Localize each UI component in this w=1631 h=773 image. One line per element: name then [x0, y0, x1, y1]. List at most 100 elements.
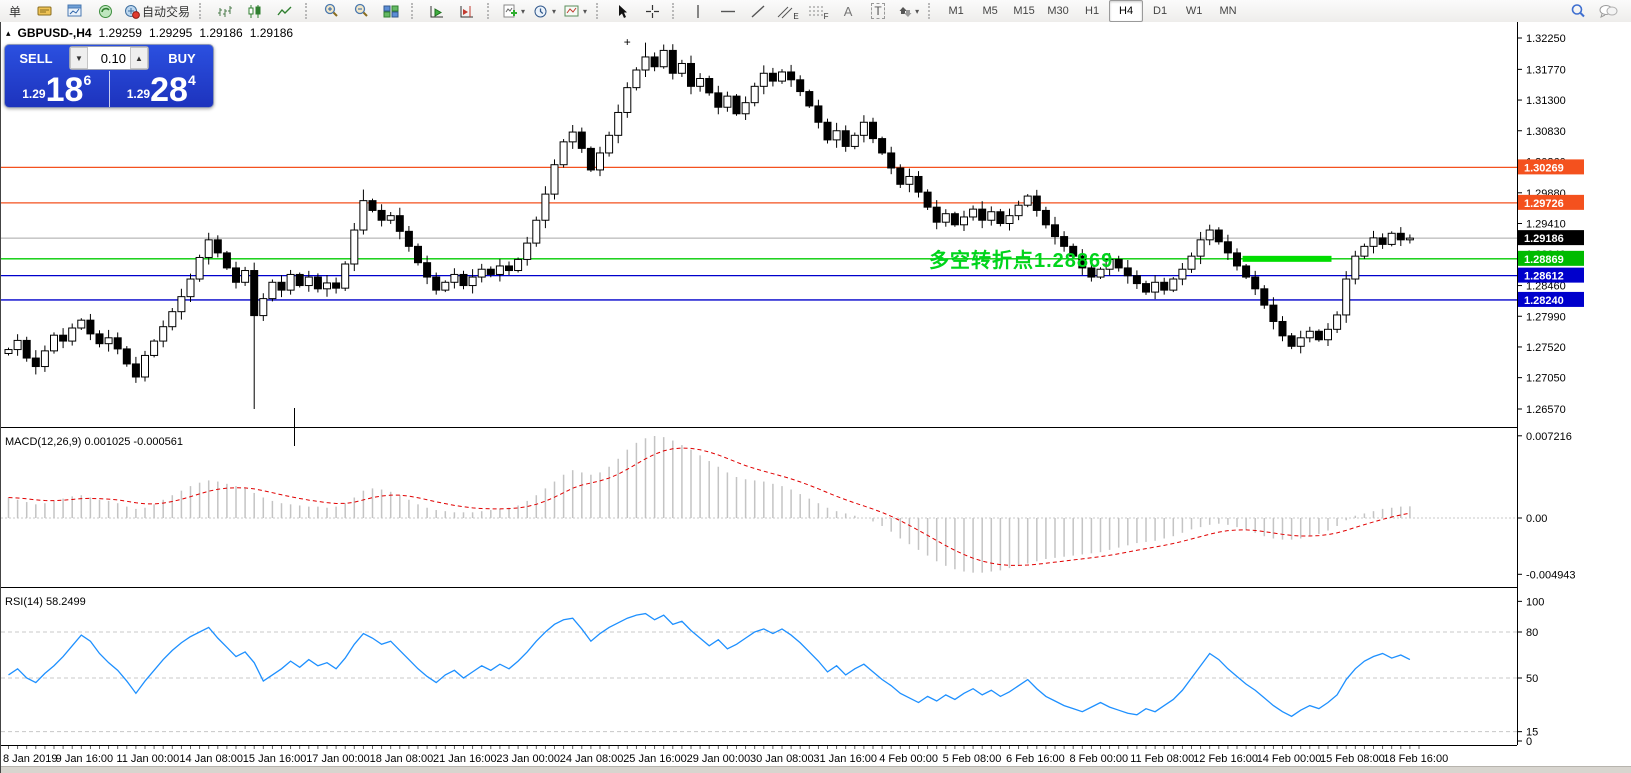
bar-low-value: 1.29186 [199, 26, 242, 40]
chart-title-row: ▴ GBPUSD-,H4 1.29259 1.29295 1.29186 1.2… [6, 26, 293, 40]
svg-text:0.007216: 0.007216 [1526, 431, 1572, 443]
svg-text:25 Jan 16:00: 25 Jan 16:00 [623, 753, 687, 765]
svg-text:1.30830: 1.30830 [1526, 126, 1566, 138]
svg-text:1.28612: 1.28612 [1524, 271, 1564, 283]
main-price-pane[interactable]: + [1, 22, 1517, 427]
text-tool[interactable]: A [833, 0, 863, 22]
rsi-label: RSI(14) 58.2499 [5, 596, 86, 608]
toolbar-grip [596, 3, 604, 19]
periods-icon[interactable]: ▾ [529, 0, 560, 22]
rsi-chart[interactable] [1, 592, 1517, 745]
tile-windows-icon[interactable] [376, 0, 406, 22]
channel-tool[interactable]: E [773, 0, 803, 22]
channel-sub-label: E [793, 12, 798, 21]
svg-text:24 Jan 08:00: 24 Jan 08:00 [560, 753, 624, 765]
collapse-panel-arrow[interactable]: ▴ [6, 28, 11, 39]
chart-shift-icon[interactable] [452, 0, 482, 22]
crosshair-tool[interactable] [637, 0, 667, 22]
svg-text:8 Feb 00:00: 8 Feb 00:00 [1069, 753, 1128, 765]
svg-text:1.29410: 1.29410 [1526, 219, 1566, 231]
tf-mn-button[interactable]: MN [1211, 0, 1245, 22]
dropdown-arrow-icon: ▾ [552, 7, 556, 16]
svg-text:15 Jan 16:00: 15 Jan 16:00 [243, 753, 307, 765]
candlestick-chart[interactable]: + [1, 22, 1517, 427]
dropdown-arrow-icon: ▾ [521, 7, 525, 16]
one-click-trading-panel: SELL ▼ 0.10 ▲ BUY 1.29 18 6 1.29 28 [4, 44, 214, 108]
buy-button[interactable]: BUY [151, 45, 213, 71]
volume-stepper: ▼ 0.10 ▲ [69, 46, 149, 70]
macd-chart[interactable] [1, 432, 1517, 587]
status-strip [1, 766, 1631, 773]
buy-price[interactable]: 1.29 28 4 [110, 71, 214, 107]
tf-w1-button[interactable]: W1 [1177, 0, 1211, 22]
rsi-pane[interactable]: RSI(14) 58.2499 [1, 592, 1517, 745]
tf-h4-button[interactable]: H4 [1109, 0, 1143, 22]
macd-pane[interactable]: MACD(12,26,9) 0.001025 -0.000561 [1, 432, 1517, 587]
svg-text:1.30269: 1.30269 [1524, 162, 1564, 174]
tf-m30-button[interactable]: M30 [1041, 0, 1075, 22]
tf-m15-button[interactable]: M15 [1007, 0, 1041, 22]
candlestick-icon[interactable] [240, 0, 270, 22]
svg-text:15 Feb 08:00: 15 Feb 08:00 [1320, 753, 1385, 765]
auto-scroll-icon[interactable] [422, 0, 452, 22]
svg-text:17 Jan 00:00: 17 Jan 00:00 [306, 753, 370, 765]
arrows-tool[interactable]: ▾ [893, 0, 923, 22]
templates-icon[interactable]: ▾ [560, 0, 591, 22]
svg-text:12 Feb 16:00: 12 Feb 16:00 [1193, 753, 1258, 765]
price-axis[interactable]: 1.322501.317701.313001.308301.303601.298… [1517, 22, 1631, 773]
chat-icon[interactable] [1593, 0, 1623, 22]
mt4-window: 单 自动交易 ▾ ▾ ▾ E F A T ▾ [0, 0, 1631, 773]
search-icon[interactable] [1563, 0, 1593, 22]
line-chart-icon[interactable] [270, 0, 300, 22]
profiles-icon[interactable] [90, 0, 120, 22]
order-ticket-icon[interactable] [30, 0, 60, 22]
svg-text:80: 80 [1526, 627, 1538, 639]
trendline-tool[interactable] [743, 0, 773, 22]
new-chart-icon[interactable] [60, 0, 90, 22]
zoom-out-icon[interactable] [346, 0, 376, 22]
svg-text:1.28240: 1.28240 [1524, 295, 1564, 307]
volume-input[interactable]: 0.10 [88, 47, 130, 69]
sell-button[interactable]: SELL [5, 45, 67, 71]
svg-text:21 Jan 16:00: 21 Jan 16:00 [433, 753, 497, 765]
vertical-line-tool[interactable] [683, 0, 713, 22]
svg-text:1.31300: 1.31300 [1526, 95, 1566, 107]
new-order-button[interactable]: 单 [0, 0, 30, 22]
svg-text:0: 0 [1526, 736, 1532, 748]
trade-panel-prices: 1.29 18 6 1.29 28 4 [5, 71, 213, 107]
volume-increase-button[interactable]: ▲ [130, 47, 148, 69]
autotrading-button[interactable]: 自动交易 [120, 0, 194, 22]
sell-price[interactable]: 1.29 18 6 [5, 71, 109, 107]
toolbar-grip [305, 3, 313, 19]
cursor-tool[interactable] [607, 0, 637, 22]
tf-m5-button[interactable]: M5 [973, 0, 1007, 22]
fibonacci-tool[interactable]: F [803, 0, 833, 22]
svg-text:31 Jan 16:00: 31 Jan 16:00 [813, 753, 877, 765]
svg-text:100: 100 [1526, 596, 1544, 608]
vertical-line-object[interactable] [294, 408, 295, 446]
price-axis-scale: 1.322501.317701.313001.308301.303601.298… [1517, 22, 1631, 773]
svg-text:6 Feb 16:00: 6 Feb 16:00 [1006, 753, 1065, 765]
tf-d1-button[interactable]: D1 [1143, 0, 1177, 22]
bar-chart-icon[interactable] [210, 0, 240, 22]
zoom-in-icon[interactable] [316, 0, 346, 22]
svg-text:1.31770: 1.31770 [1526, 64, 1566, 76]
horizontal-line-tool[interactable] [713, 0, 743, 22]
toolbar-grip [672, 3, 680, 19]
indicators-icon[interactable]: ▾ [498, 0, 529, 22]
svg-text:9 Jan 16:00: 9 Jan 16:00 [56, 753, 114, 765]
svg-text:1.26570: 1.26570 [1526, 404, 1566, 416]
svg-text:-0.004943: -0.004943 [1526, 569, 1576, 581]
volume-decrease-button[interactable]: ▼ [70, 47, 88, 69]
dropdown-arrow-icon: ▾ [583, 7, 587, 16]
toolbar-grip [928, 3, 936, 19]
text-label-tool[interactable]: T [863, 0, 893, 22]
chart-symbol-title: GBPUSD-,H4 [18, 26, 92, 40]
svg-text:4 Feb 00:00: 4 Feb 00:00 [879, 753, 938, 765]
trade-panel-top-row: SELL ▼ 0.10 ▲ BUY [5, 45, 213, 71]
tf-m1-button[interactable]: M1 [939, 0, 973, 22]
svg-text:1.29726: 1.29726 [1524, 198, 1564, 210]
svg-text:18 Feb 16:00: 18 Feb 16:00 [1383, 753, 1448, 765]
tf-h1-button[interactable]: H1 [1075, 0, 1109, 22]
svg-text:30 Jan 08:00: 30 Jan 08:00 [750, 753, 814, 765]
